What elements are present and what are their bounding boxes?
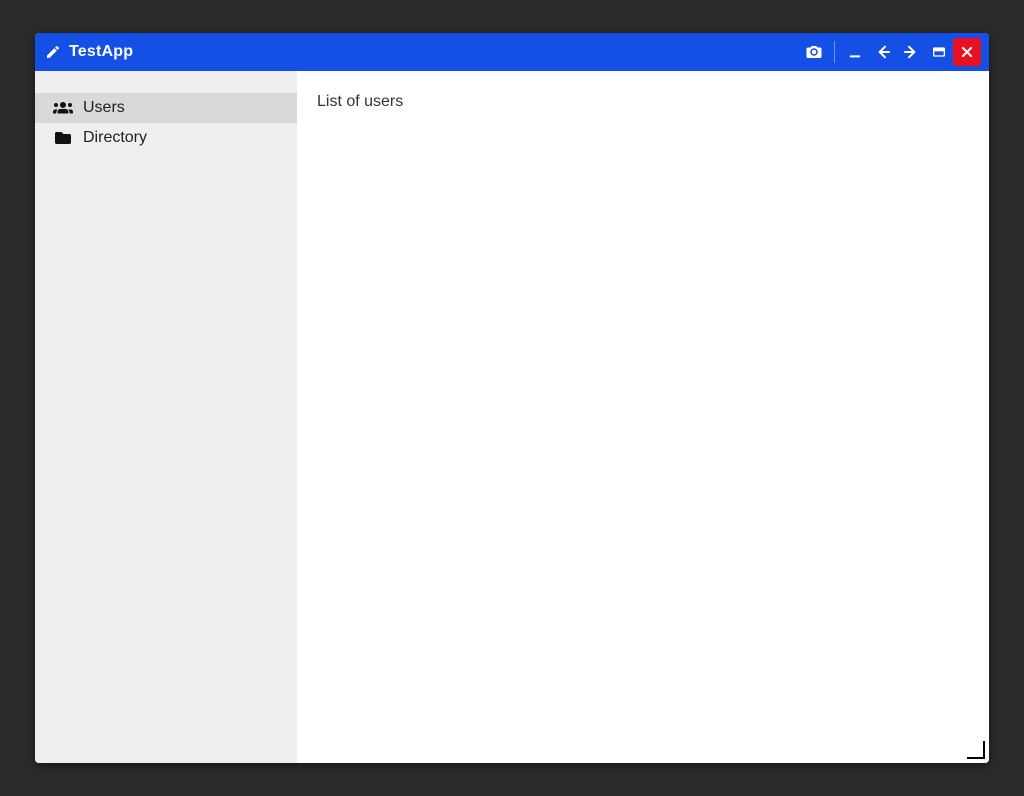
minimize-icon — [847, 44, 863, 60]
window-icon — [931, 44, 947, 60]
main-content: List of users — [297, 71, 989, 763]
pencil-icon — [45, 44, 61, 60]
titlebar: TestApp — [35, 33, 989, 71]
sidebar: Users Directory — [35, 71, 297, 763]
page-heading: List of users — [317, 93, 969, 111]
maximize-button[interactable] — [925, 38, 953, 66]
close-icon — [960, 45, 974, 59]
camera-icon — [805, 43, 823, 61]
close-button[interactable] — [953, 38, 981, 66]
resize-handle[interactable] — [967, 741, 985, 759]
titlebar-right — [800, 38, 981, 66]
sidebar-item-label: Directory — [83, 129, 147, 147]
app-window: TestApp — [35, 33, 989, 763]
arrow-left-icon — [875, 44, 891, 60]
forward-button[interactable] — [897, 38, 925, 66]
folder-icon — [53, 130, 73, 146]
window-body: Users Directory List of users — [35, 71, 989, 763]
titlebar-separator — [834, 41, 835, 63]
sidebar-item-label: Users — [83, 99, 125, 117]
users-icon — [53, 100, 73, 116]
sidebar-item-directory[interactable]: Directory — [35, 123, 297, 153]
back-button[interactable] — [869, 38, 897, 66]
app-title: TestApp — [69, 43, 133, 61]
minimize-button[interactable] — [841, 38, 869, 66]
titlebar-left: TestApp — [45, 43, 800, 61]
arrow-right-icon — [903, 44, 919, 60]
sidebar-item-users[interactable]: Users — [35, 93, 297, 123]
screenshot-button[interactable] — [800, 38, 828, 66]
